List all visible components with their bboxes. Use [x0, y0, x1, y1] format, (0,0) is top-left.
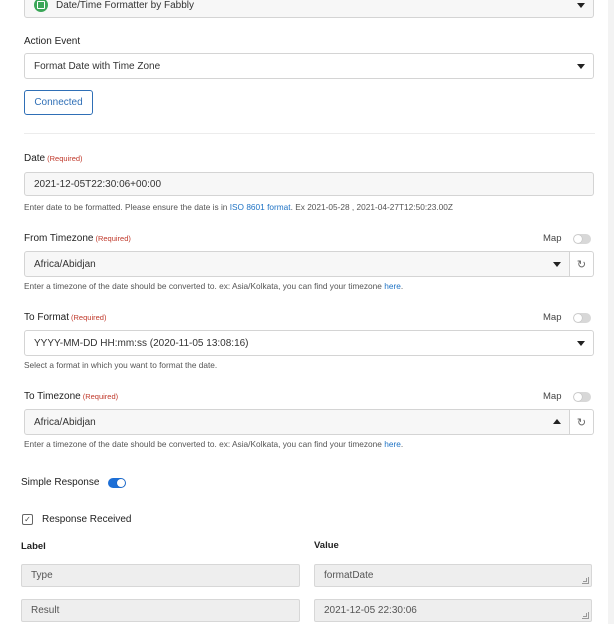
response-value-text: 2021-12-05 22:30:06	[324, 605, 417, 616]
app-select-value: Date/Time Formatter by Fabbly	[56, 0, 195, 11]
connected-button[interactable]: Connected	[24, 90, 93, 115]
from-timezone-help-prefix: Enter a timezone of the date should be c…	[24, 281, 385, 291]
chevron-down-icon	[577, 64, 585, 69]
to-format-map-label: Map	[543, 312, 562, 323]
from-timezone-help-suffix: .	[400, 281, 404, 291]
divider	[24, 133, 595, 134]
timezone-here-link[interactable]: here	[384, 439, 401, 449]
action-event-value: Format Date with Time Zone	[34, 60, 161, 72]
to-format-select[interactable]: YYYY-MM-DD HH:mm:ss (2020-11-05 13:08:16…	[24, 330, 594, 356]
to-timezone-value: Africa/Abidjan	[34, 416, 96, 428]
resize-handle-icon[interactable]	[582, 612, 589, 619]
label-column-header: Label	[21, 541, 46, 552]
chevron-down-icon	[577, 3, 585, 8]
to-timezone-map-label: Map	[543, 391, 562, 402]
response-label-cell: Type	[21, 564, 300, 587]
refresh-icon: ↻	[576, 416, 587, 429]
scrollbar[interactable]	[608, 0, 614, 624]
chevron-down-icon	[553, 262, 561, 267]
to-timezone-help-suffix: .	[400, 439, 404, 449]
response-value-text: formatDate	[324, 570, 374, 581]
to-timezone-label: To Timezone (Required)	[24, 391, 118, 402]
date-help-suffix: . Ex 2021-05-28 , 2021-04-27T12:50:23.00…	[290, 202, 453, 212]
app-select[interactable]: Date/Time Formatter by Fabbly	[24, 0, 594, 18]
from-timezone-label-text: From Timezone	[24, 233, 94, 244]
to-format-label: To Format (Required)	[24, 312, 106, 323]
from-timezone-help-text: Enter a timezone of the date should be c…	[24, 281, 403, 291]
timezone-here-link[interactable]: here	[384, 281, 401, 291]
simple-response-label: Simple Response	[21, 477, 100, 488]
to-timezone-select[interactable]: Africa/Abidjan	[24, 409, 570, 435]
date-label-text: Date	[24, 153, 46, 164]
date-help-text: Enter date to be formatted. Please ensur…	[24, 202, 453, 212]
value-column-header: Value	[314, 540, 339, 551]
from-timezone-map-toggle[interactable]	[573, 234, 591, 244]
date-input[interactable]: 2021-12-05T22:30:06+00:00	[24, 172, 594, 196]
from-timezone-label: From Timezone (Required)	[24, 233, 131, 244]
response-value-cell[interactable]: formatDate	[314, 564, 592, 587]
action-event-label: Action Event	[24, 36, 81, 47]
from-timezone-value: Africa/Abidjan	[34, 258, 96, 270]
to-format-help-text: Select a format in which you want to for…	[24, 360, 218, 370]
required-badge: (Required)	[71, 313, 107, 322]
response-received-checkbox[interactable]: ✓	[22, 514, 33, 525]
action-event-select[interactable]: Format Date with Time Zone	[24, 53, 594, 79]
date-help-prefix: Enter date to be formatted. Please ensur…	[24, 202, 230, 212]
iso-format-link[interactable]: ISO 8601 format	[230, 202, 291, 212]
from-timezone-map-label: Map	[543, 233, 562, 244]
check-icon: ✓	[24, 514, 31, 524]
spreadsheet-app-icon	[34, 0, 48, 12]
to-timezone-label-text: To Timezone	[24, 391, 81, 402]
to-format-value: YYYY-MM-DD HH:mm:ss (2020-11-05 13:08:16…	[34, 337, 249, 349]
from-timezone-refresh-button[interactable]: ↻	[570, 251, 594, 277]
required-badge: (Required)	[82, 392, 119, 401]
to-timezone-help-prefix: Enter a timezone of the date should be c…	[24, 439, 385, 449]
response-value-cell[interactable]: 2021-12-05 22:30:06	[314, 599, 592, 622]
response-received-label: Response Received	[42, 514, 132, 525]
resize-handle-icon[interactable]	[582, 577, 589, 584]
to-timezone-refresh-button[interactable]: ↻	[570, 409, 594, 435]
simple-response-toggle[interactable]	[108, 478, 126, 488]
from-timezone-select[interactable]: Africa/Abidjan	[24, 251, 570, 277]
to-timezone-help-text: Enter a timezone of the date should be c…	[24, 439, 403, 449]
to-format-label-text: To Format	[24, 312, 70, 323]
chevron-down-icon	[577, 341, 585, 346]
response-label-cell: Result	[21, 599, 300, 622]
required-badge: (Required)	[47, 154, 83, 163]
page: Date/Time Formatter by Fabbly Action Eve…	[0, 0, 614, 624]
to-format-map-toggle[interactable]	[573, 313, 591, 323]
to-timezone-map-toggle[interactable]	[573, 392, 591, 402]
refresh-icon: ↻	[576, 258, 587, 271]
chevron-up-icon	[553, 419, 561, 424]
required-badge: (Required)	[95, 234, 131, 243]
date-label: Date (Required)	[24, 153, 83, 164]
